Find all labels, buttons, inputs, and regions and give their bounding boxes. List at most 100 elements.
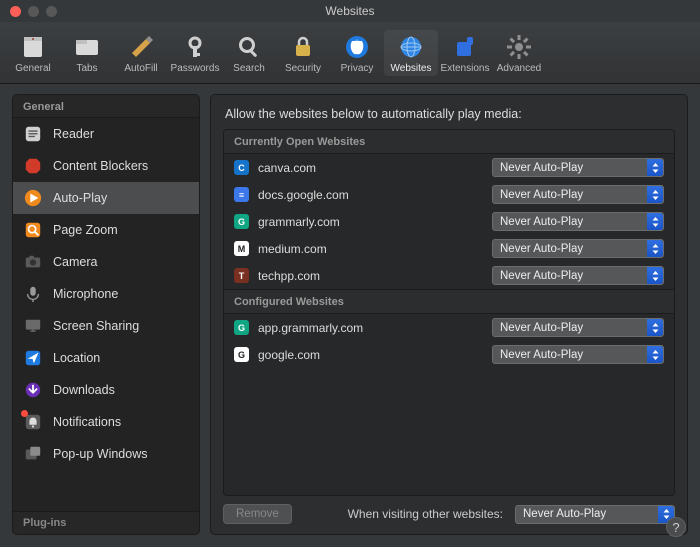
help-button[interactable]: ? [666,517,686,537]
preferences-window: Websites General TabsAutoFillPasswords Sea… [0,0,700,547]
sidebar-item-label: Screen Sharing [53,319,139,333]
notification-badge-icon [21,410,28,417]
minimize-window-button[interactable] [28,6,39,17]
toolbar-item-advanced[interactable]: Advanced [492,30,546,76]
row-left: Ttechpp.com [234,268,320,283]
toolbar-item-tabs[interactable]: Tabs [60,30,114,76]
sidebar-item-label: Notifications [53,415,121,429]
default-policy-select[interactable]: Never Auto-Play [515,505,675,524]
close-window-button[interactable] [10,6,21,17]
toolbar-item-label: Extensions [441,63,490,74]
sidebar-item-location[interactable]: Location [13,342,199,374]
sidebar-item-popup-windows[interactable]: Pop-up Windows [13,438,199,470]
screen-sharing-icon [23,316,43,336]
sidebar-item-label: Camera [53,255,97,269]
sidebar-item-camera[interactable]: Camera [13,246,199,278]
stepper-arrows-icon [647,240,663,257]
website-domain: app.grammarly.com [258,321,363,335]
autoplay-policy-select[interactable]: Never Auto-Play [492,239,664,258]
toolbar-item-search[interactable]: Search [222,30,276,76]
toolbar-item-extensions[interactable]: Extensions [438,30,492,76]
select-value: Never Auto-Play [500,243,583,255]
select-value: Never Auto-Play [500,162,583,174]
microphone-icon [23,284,43,304]
favicon-icon: M [234,241,249,256]
toolbar-item-general[interactable]: General [6,30,60,76]
main-title: Allow the websites below to automaticall… [225,107,673,121]
website-domain: docs.google.com [258,188,349,202]
sidebar-item-screen-sharing[interactable]: Screen Sharing [13,310,199,342]
website-domain: medium.com [258,242,327,256]
help-label: ? [672,520,679,535]
row-left: Ccanva.com [234,160,316,175]
group-header: Currently Open Websites [224,130,674,154]
sidebar-item-auto-play[interactable]: Auto-Play [13,182,199,214]
autofill-icon [127,33,155,61]
website-row[interactable]: Ggoogle.com Never Auto-Play [224,341,674,368]
favicon-icon: ≡ [234,187,249,202]
sidebar-item-notifications[interactable]: Notifications [13,406,199,438]
sidebar-item-label: Pop-up Windows [53,447,148,461]
sidebar-footer: Plug-ins [13,511,199,534]
security-icon [289,33,317,61]
body: General Reader Content Blockers Auto-Play P… [0,84,700,547]
main-panel: Allow the websites below to automaticall… [210,94,688,535]
location-icon [23,348,43,368]
stepper-arrows-icon [647,186,663,203]
toolbar-item-privacy[interactable]: Privacy [330,30,384,76]
toolbar-item-label: Privacy [341,63,374,74]
toolbar-item-label: General [15,63,51,74]
sidebar-item-label: Reader [53,127,94,141]
toolbar-item-websites[interactable]: Websites [384,30,438,76]
website-row[interactable]: ≡ docs.google.com Never Auto-Play [224,181,674,208]
website-domain: techpp.com [258,269,320,283]
sidebar-item-content-blockers[interactable]: Content Blockers [13,150,199,182]
autoplay-policy-select[interactable]: Never Auto-Play [492,212,664,231]
autoplay-policy-select[interactable]: Never Auto-Play [492,266,664,285]
favicon-icon: G [234,347,249,362]
group-header: Configured Websites [224,289,674,314]
autoplay-policy-select[interactable]: Never Auto-Play [492,158,664,177]
toolbar-item-label: Search [233,63,265,74]
select-value: Never Auto-Play [500,349,583,361]
extensions-icon [451,33,479,61]
advanced-icon [505,33,533,61]
sidebar-header: General [13,95,199,118]
sidebar-item-downloads[interactable]: Downloads [13,374,199,406]
favicon-icon: G [234,320,249,335]
sidebar-item-page-zoom[interactable]: Page Zoom [13,214,199,246]
tabs-icon [73,33,101,61]
select-value: Never Auto-Play [500,270,583,282]
toolbar-item-passwords[interactable]: Passwords [168,30,222,76]
website-row[interactable]: Mmedium.com Never Auto-Play [224,235,674,262]
toolbar-item-security[interactable]: Security [276,30,330,76]
traffic-lights [10,6,57,17]
remove-label: Remove [236,508,279,520]
stepper-arrows-icon [647,319,663,336]
autoplay-policy-select[interactable]: Never Auto-Play [492,345,664,364]
general-icon [19,33,47,61]
autoplay-policy-select[interactable]: Never Auto-Play [492,318,664,337]
titlebar: Websites [0,0,700,22]
sidebar-item-reader[interactable]: Reader [13,118,199,150]
privacy-icon [343,33,371,61]
toolbar-item-autofill[interactable]: AutoFill [114,30,168,76]
row-left: Ggoogle.com [234,347,320,362]
website-row[interactable]: Ccanva.com Never Auto-Play [224,154,674,181]
sidebar-item-label: Auto-Play [53,191,107,205]
window-title: Websites [0,4,700,18]
remove-button[interactable]: Remove [223,504,292,524]
websites-icon [397,33,425,61]
row-left: Gapp.grammarly.com [234,320,363,335]
website-row[interactable]: Ggrammarly.comNever Auto-Play [224,208,674,235]
autoplay-policy-select[interactable]: Never Auto-Play [492,185,664,204]
toolbar-item-label: Security [285,63,321,74]
row-left: ≡ docs.google.com [234,187,349,202]
website-row[interactable]: Gapp.grammarly.com Never Auto-Play [224,314,674,341]
stepper-arrows-icon [647,267,663,284]
favicon-icon: T [234,268,249,283]
toolbar-item-label: Passwords [171,63,220,74]
maximize-window-button[interactable] [46,6,57,17]
sidebar-item-microphone[interactable]: Microphone [13,278,199,310]
website-row[interactable]: Ttechpp.com Never Auto-Play [224,262,674,289]
